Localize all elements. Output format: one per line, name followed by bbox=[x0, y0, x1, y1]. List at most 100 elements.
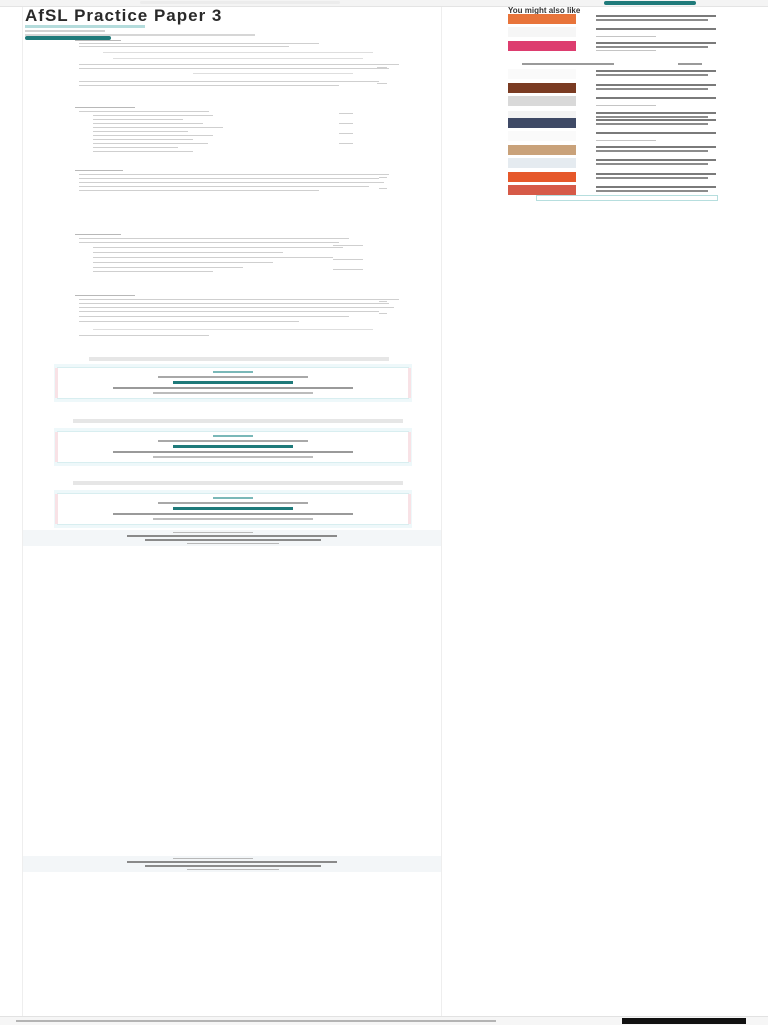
text-line bbox=[79, 182, 384, 183]
text-line bbox=[93, 147, 178, 148]
marks-label bbox=[339, 123, 353, 124]
text-line bbox=[93, 271, 213, 272]
related-meta-line bbox=[596, 105, 656, 106]
text-line bbox=[93, 151, 193, 152]
related-title-line bbox=[596, 146, 716, 148]
question-header bbox=[75, 234, 121, 235]
unlock-pages-banner[interactable] bbox=[23, 530, 441, 546]
unlock-pages-banner[interactable] bbox=[23, 856, 441, 872]
blurred-page-strip bbox=[73, 419, 403, 423]
related-document-item[interactable] bbox=[508, 172, 722, 184]
preview-subtext bbox=[153, 456, 313, 458]
card-edge bbox=[55, 432, 58, 462]
text-line bbox=[93, 257, 333, 258]
document-thumbnail bbox=[508, 118, 576, 128]
text-line bbox=[93, 135, 213, 136]
preview-subtext bbox=[153, 392, 313, 394]
related-title-line bbox=[596, 28, 716, 30]
text-line bbox=[79, 242, 339, 243]
text-line bbox=[79, 174, 389, 175]
related-document-item[interactable] bbox=[508, 145, 722, 157]
diagram-line bbox=[103, 52, 373, 53]
related-title-line bbox=[596, 132, 716, 134]
related-title-line bbox=[596, 42, 716, 44]
related-title-line bbox=[596, 173, 716, 175]
unlock-banner-line bbox=[173, 858, 253, 859]
preview-heading bbox=[158, 502, 308, 504]
card-edge bbox=[408, 368, 411, 398]
marks-label bbox=[379, 313, 387, 314]
preview-icon bbox=[213, 497, 253, 499]
document-thumbnail bbox=[508, 158, 576, 168]
document-thumbnail bbox=[508, 27, 576, 37]
preview-heading bbox=[158, 376, 308, 378]
preview-upload-button[interactable] bbox=[173, 507, 293, 510]
related-title-line bbox=[596, 70, 716, 72]
text-line bbox=[79, 190, 319, 191]
related-document-item[interactable] bbox=[508, 69, 722, 81]
text-line bbox=[79, 46, 289, 47]
consent-accept-button[interactable] bbox=[622, 1018, 746, 1024]
related-document-item[interactable] bbox=[508, 131, 722, 143]
text-line bbox=[79, 238, 349, 239]
upload-button[interactable] bbox=[604, 1, 696, 5]
unlock-banner-line bbox=[187, 869, 279, 870]
text-line bbox=[79, 307, 394, 308]
unlock-banner-line bbox=[127, 861, 337, 863]
related-title-line bbox=[596, 19, 708, 21]
preview-subtext bbox=[113, 451, 353, 453]
text-line bbox=[93, 115, 213, 116]
related-document-item[interactable] bbox=[508, 118, 722, 130]
blurred-page-strip bbox=[89, 357, 389, 361]
document-thumbnail bbox=[508, 172, 576, 182]
document-thumbnail bbox=[508, 83, 576, 93]
related-title-line bbox=[596, 88, 708, 90]
text-line bbox=[93, 139, 193, 140]
card-edge bbox=[55, 494, 58, 524]
diagram-line bbox=[193, 73, 353, 74]
text-line bbox=[79, 64, 399, 65]
marks-label bbox=[379, 177, 387, 178]
text-line bbox=[93, 252, 283, 253]
topic-label-line bbox=[522, 63, 614, 65]
related-title-line bbox=[596, 186, 716, 188]
preview-icon bbox=[213, 371, 253, 373]
preview-upload-button[interactable] bbox=[173, 381, 293, 384]
preview-upload-button[interactable] bbox=[173, 445, 293, 448]
unlock-banner-line bbox=[145, 539, 321, 541]
unlock-banner-line bbox=[127, 535, 337, 537]
text-line bbox=[79, 111, 209, 112]
sidebar-topic-label bbox=[508, 62, 718, 66]
marks-label bbox=[379, 188, 387, 189]
marks-label bbox=[339, 113, 353, 114]
card-edge bbox=[55, 368, 58, 398]
marks-label bbox=[333, 245, 363, 246]
related-documents-sidebar: You might also like bbox=[506, 7, 722, 207]
question-header bbox=[75, 295, 135, 296]
show-more-button[interactable] bbox=[536, 195, 718, 201]
related-title-line bbox=[596, 112, 716, 114]
text-line bbox=[79, 303, 389, 304]
text-line bbox=[79, 68, 389, 69]
related-title-line bbox=[596, 97, 716, 99]
text-line bbox=[79, 85, 339, 86]
text-line bbox=[79, 43, 319, 44]
document-title: AfSL Practice Paper 3 bbox=[25, 6, 223, 25]
text-line bbox=[93, 247, 343, 248]
document-author-link[interactable] bbox=[25, 25, 145, 28]
related-title-line bbox=[596, 84, 716, 86]
related-document-item[interactable] bbox=[508, 27, 722, 39]
card-edge bbox=[408, 494, 411, 524]
related-document-item[interactable] bbox=[508, 158, 722, 170]
consent-text bbox=[16, 1020, 496, 1022]
diagram-line bbox=[113, 58, 363, 59]
marks-label bbox=[339, 143, 353, 144]
related-document-item[interactable] bbox=[508, 41, 722, 53]
related-document-item[interactable] bbox=[508, 14, 722, 26]
related-title-line bbox=[596, 190, 708, 192]
marks-label bbox=[377, 83, 387, 84]
related-document-item[interactable] bbox=[508, 83, 722, 95]
preview-subtext bbox=[153, 518, 313, 520]
search-input[interactable] bbox=[140, 1, 340, 4]
related-document-item[interactable] bbox=[508, 96, 722, 108]
